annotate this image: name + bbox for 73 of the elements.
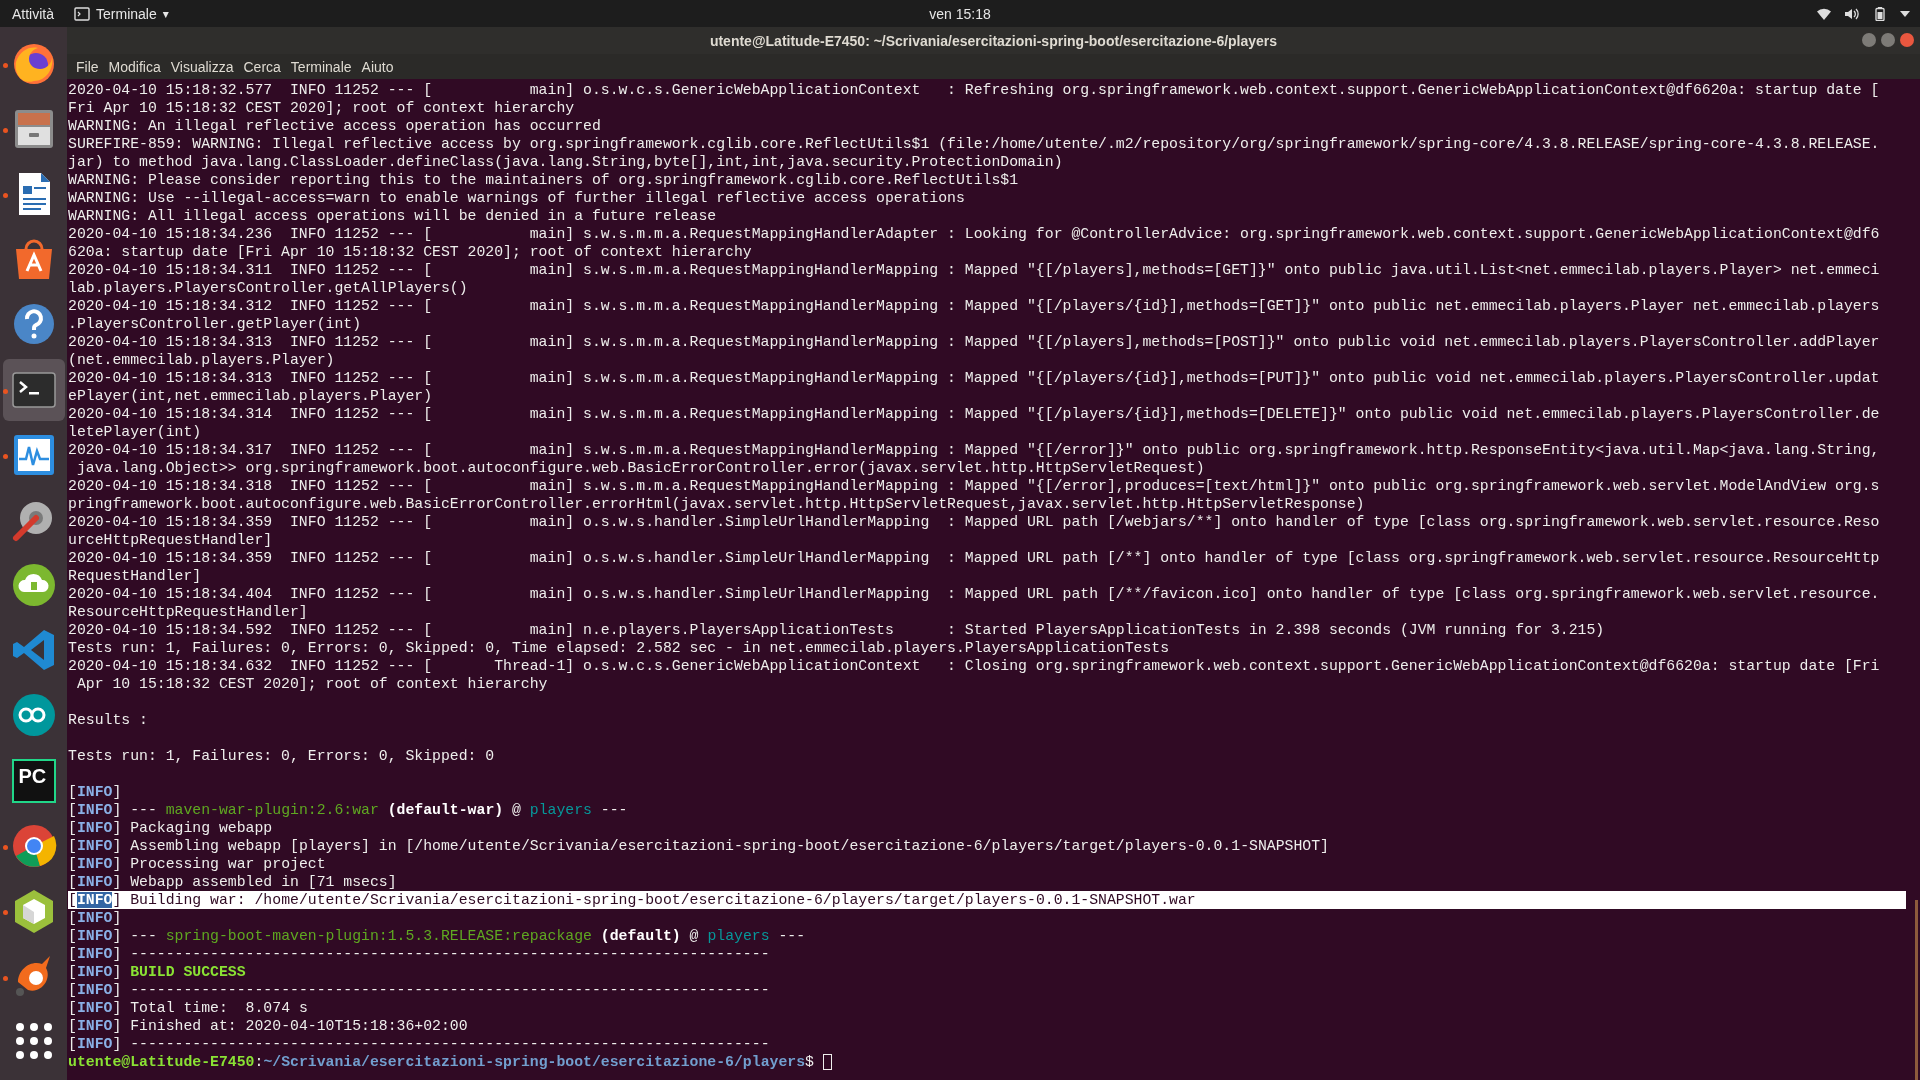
terminal-line: [INFO] Assembling webapp [players] in [/home/utente/Scrivania/esercitazioni-spring-boot/esercitazione-6/players/target/players-0.0.1-SNAPSHOT] bbox=[68, 837, 1329, 855]
menu-item[interactable]: Aiuto bbox=[356, 58, 399, 75]
minimize-button[interactable] bbox=[1862, 33, 1876, 47]
terminal-line: [INFO] --- maven-war-plugin:2.6:war (default-war) @ players --- bbox=[68, 801, 628, 819]
terminal-line: Apr 10 15:18:32 CEST 2020]; root of context hierarchy bbox=[75, 675, 548, 693]
activities-button[interactable]: Attività bbox=[12, 5, 54, 22]
terminal-line: [INFO] --- spring-boot-maven-plugin:1.5.3.RELEASE:repackage (default) @ players --- bbox=[68, 927, 806, 945]
terminal-line: [INFO] ------------------------------------------------------------------------ bbox=[68, 1035, 770, 1053]
terminal-line: 2020-04-10 15:18:32.577 INFO 11252 --- [ main] o.s.w.c.s.GenericWebApplicationContext : Refreshing org.springframework.web.context.support.GenericWebApplicationContext@df6620a: startup date [ bbox=[68, 81, 1880, 99]
terminal-line: java.lang.Object>> org.springframework.boot.autoconfigure.web.BasicErrorController.error(javax.servlet.http.HttpServletRequest) bbox=[75, 459, 1205, 477]
terminal-line: 2020-04-10 15:18:34.313 INFO 11252 --- [ main] s.w.s.m.m.a.RequestMappingHandlerMapping : Mapped "{[/players],methods=[POST]}" onto public void net.emmecilab.players.PlayersController.addPlayer bbox=[68, 333, 1880, 351]
terminal-line: [INFO] Processing war project bbox=[68, 855, 326, 873]
terminal-line: letePlayer(int) bbox=[68, 423, 202, 441]
terminal-line: 2020-04-10 15:18:34.632 INFO 11252 --- [ Thread-1] o.s.w.c.s.GenericWebApplicationContext : Closing org.springframework.web.context.support.GenericWebApplicationContext@df6620a: startup date [Fri bbox=[68, 657, 1880, 675]
terminal-line: SUREFIRE-859: WARNING: Illegal reflective access by org.springframework.cglib.core.ReflectUtils$1 (file:/home/utente/.m2/repository/org/springframework/spring-core/4.3.8.RELEASE/spring-core-4.3.8.RELEASE. bbox=[68, 135, 1880, 153]
terminal-line: WARNING: Use --illegal-access=warn to enable warnings of further illegal reflective access operations bbox=[68, 189, 965, 207]
terminal-line: 2020-04-10 15:18:34.312 INFO 11252 --- [ main] s.w.s.m.m.a.RequestMappingHandlerMapping : Mapped "{[/players/{id}],methods=[GET]}" onto public net.emmecilab.players.Player net.emmecilab.players bbox=[68, 297, 1880, 315]
terminal-line: 2020-04-10 15:18:34.311 INFO 11252 --- [ main] s.w.s.m.m.a.RequestMappingHandlerMapping : Mapped "{[/players],methods=[GET]}" onto public java.util.List<net.emmecilab.players.Player> net.emmeci bbox=[68, 261, 1880, 279]
window-title: utente@Latitude-E7450: ~/Scrivania/esercitazioni-spring-boot/esercitazione-6/players bbox=[709, 32, 1278, 49]
maximize-button[interactable] bbox=[1881, 33, 1895, 47]
terminal-line: 2020-04-10 15:18:34.236 INFO 11252 --- [ main] s.w.s.m.m.a.RequestMappingHandlerAdapter : Looking for @ControllerAdvice: org.springframework.web.context.support.GenericWebApplicationContext@df6 bbox=[68, 225, 1880, 243]
terminal-line: RequestHandler] bbox=[68, 567, 202, 585]
terminal-line: [INFO] ------------------------------------------------------------------------ bbox=[68, 945, 770, 963]
terminal-line: Results : bbox=[68, 711, 148, 729]
terminal-line: 2020-04-10 15:18:34.404 INFO 11252 --- [ main] o.s.w.s.handler.SimpleUrlHandlerMapping : Mapped URL path [/**/favicon.ico] onto handler of type [class org.springframework.web.servlet.resource. bbox=[68, 585, 1880, 603]
terminal-line: [INFO] Packaging webapp bbox=[68, 819, 273, 837]
wifi-icon[interactable] bbox=[1816, 6, 1832, 21]
terminal-line: [INFO] BUILD SUCCESS bbox=[68, 963, 246, 981]
terminal-line: lab.players.PlayersController.getAllPlayers() bbox=[68, 279, 468, 297]
text-cursor bbox=[822, 1054, 832, 1070]
terminal-line: jar) to method java.lang.ClassLoader.defineClass(java.lang.String,byte[],int,int,java.security.ProtectionDomain) bbox=[68, 153, 1063, 171]
caret-icon[interactable] bbox=[1900, 10, 1910, 17]
menu-item[interactable]: Terminale bbox=[285, 58, 357, 75]
menu-item[interactable]: Modifica bbox=[103, 58, 166, 75]
battery-icon[interactable] bbox=[1872, 6, 1888, 21]
terminal-line: 2020-04-10 15:18:34.313 INFO 11252 --- [ main] s.w.s.m.m.a.RequestMappingHandlerMapping : Mapped "{[/players/{id}],methods=[PUT]}" onto public void net.emmecilab.players.PlayersController.updat bbox=[68, 369, 1880, 387]
dock-item[interactable]: PC bbox=[2, 749, 65, 812]
volume-icon[interactable] bbox=[1844, 6, 1860, 21]
app-menu[interactable]: Terminale ▾ bbox=[74, 5, 169, 22]
close-button[interactable] bbox=[1900, 33, 1914, 47]
terminal-line: [INFO] Total time: 8.074 s bbox=[68, 999, 308, 1017]
pc-logo-icon: PC bbox=[11, 758, 56, 803]
terminal-line: 2020-04-10 15:18:34.318 INFO 11252 --- [ main] s.w.s.m.m.a.RequestMappingHandlerMapping : Mapped "{[/error],produces=[text/html]}" onto public org.springframework.web.servlet.ModelAndView org.s bbox=[68, 477, 1880, 495]
terminal-line: 620a: startup date [Fri Apr 10 15:18:32 CEST 2020]; root of context hierarchy bbox=[68, 243, 752, 261]
terminal-line: Tests run: 1, Failures: 0, Errors: 0, Skipped: 0 bbox=[68, 747, 495, 765]
terminal-line: urceHttpRequestHandler] bbox=[68, 531, 273, 549]
terminal-line: pringframework.boot.autoconfigure.web.BasicErrorController.errorHtml(javax.servlet.http.HttpServletRequest,javax.servlet.http.HttpServletResponse) bbox=[68, 495, 1365, 513]
terminal-line: (net.emmecilab.players.Player) bbox=[68, 351, 335, 369]
menu-item[interactable]: Visualizza bbox=[165, 58, 239, 75]
terminal-line: 2020-04-10 15:18:34.317 INFO 11252 --- [ main] s.w.s.m.m.a.RequestMappingHandlerMapping : Mapped "{[/error]}" onto public org.springframework.http.ResponseEntity<java.util.Map<java.lang.String, bbox=[68, 441, 1880, 459]
terminal-line: ePlayer(int,net.emmecilab.players.Player) bbox=[68, 387, 433, 405]
menu-item[interactable]: Cerca bbox=[238, 58, 286, 75]
clock[interactable]: ven 15:18 bbox=[929, 5, 991, 22]
terminal-line: 2020-04-10 15:18:34.359 INFO 11252 --- [ main] o.s.w.s.handler.SimpleUrlHandlerMapping : Mapped URL path [/webjars/**] onto handler of type [class org.springframework.web.servlet.resource.Reso bbox=[68, 513, 1880, 531]
terminal-line: WARNING: Please consider reporting this to the maintainers of org.springframework.cglib.core.ReflectUtils$1 bbox=[68, 171, 1019, 189]
terminal-line: WARNING: An illegal reflective access operation has occurred bbox=[68, 117, 601, 135]
terminal-line: .PlayersController.getPlayer(int) bbox=[68, 315, 362, 333]
terminal-line: 2020-04-10 15:18:34.359 INFO 11252 --- [ main] o.s.w.s.handler.SimpleUrlHandlerMapping : Mapped URL path [/**] onto handler of type [class org.springframework.web.servlet.resource.ResourceHttp bbox=[68, 549, 1880, 567]
terminal-line: ResourceHttpRequestHandler] bbox=[68, 603, 308, 621]
terminal-line: 2020-04-10 15:18:34.592 INFO 11252 --- [ main] n.e.players.PlayersApplicationTests : Started PlayersApplicationTests in 2.398 seconds (JVM running for 3.215) bbox=[68, 621, 1605, 639]
terminal-line: [INFO] bbox=[68, 909, 122, 927]
terminal-line: [INFO] Finished at: 2020-04-10T15:18:36+02:00 bbox=[68, 1017, 468, 1035]
terminal-line: Tests run: 1, Failures: 0, Errors: 0, Skipped: 0, Time elapsed: 2.582 sec - in net.emmecilab.players.PlayersApplicationTests bbox=[68, 639, 1170, 657]
terminal-line: [INFO] Webapp assembled in [71 msecs] bbox=[68, 873, 397, 891]
terminal-icon bbox=[74, 6, 90, 21]
terminal-line: WARNING: All illegal access operations will be denied in a future release bbox=[68, 207, 717, 225]
terminal-line: [INFO] bbox=[68, 783, 122, 801]
terminal-line: 2020-04-10 15:18:34.314 INFO 11252 --- [ main] s.w.s.m.m.a.RequestMappingHandlerMapping : Mapped "{[/players/{id}],methods=[DELETE]}" onto public void net.emmecilab.players.PlayersController.de bbox=[68, 405, 1880, 423]
terminal-line: Fri Apr 10 15:18:32 CEST 2020]; root of context hierarchy bbox=[68, 99, 575, 117]
terminal-line: [INFO] ------------------------------------------------------------------------ bbox=[68, 981, 770, 999]
menu-item[interactable]: File bbox=[71, 58, 104, 75]
scrollbar-thumb[interactable] bbox=[1915, 900, 1918, 1080]
shell-prompt: utente@Latitude-E7450:~/Scrivania/esercitazioni-spring-boot/esercitazione-6/players$ bbox=[68, 1053, 815, 1071]
